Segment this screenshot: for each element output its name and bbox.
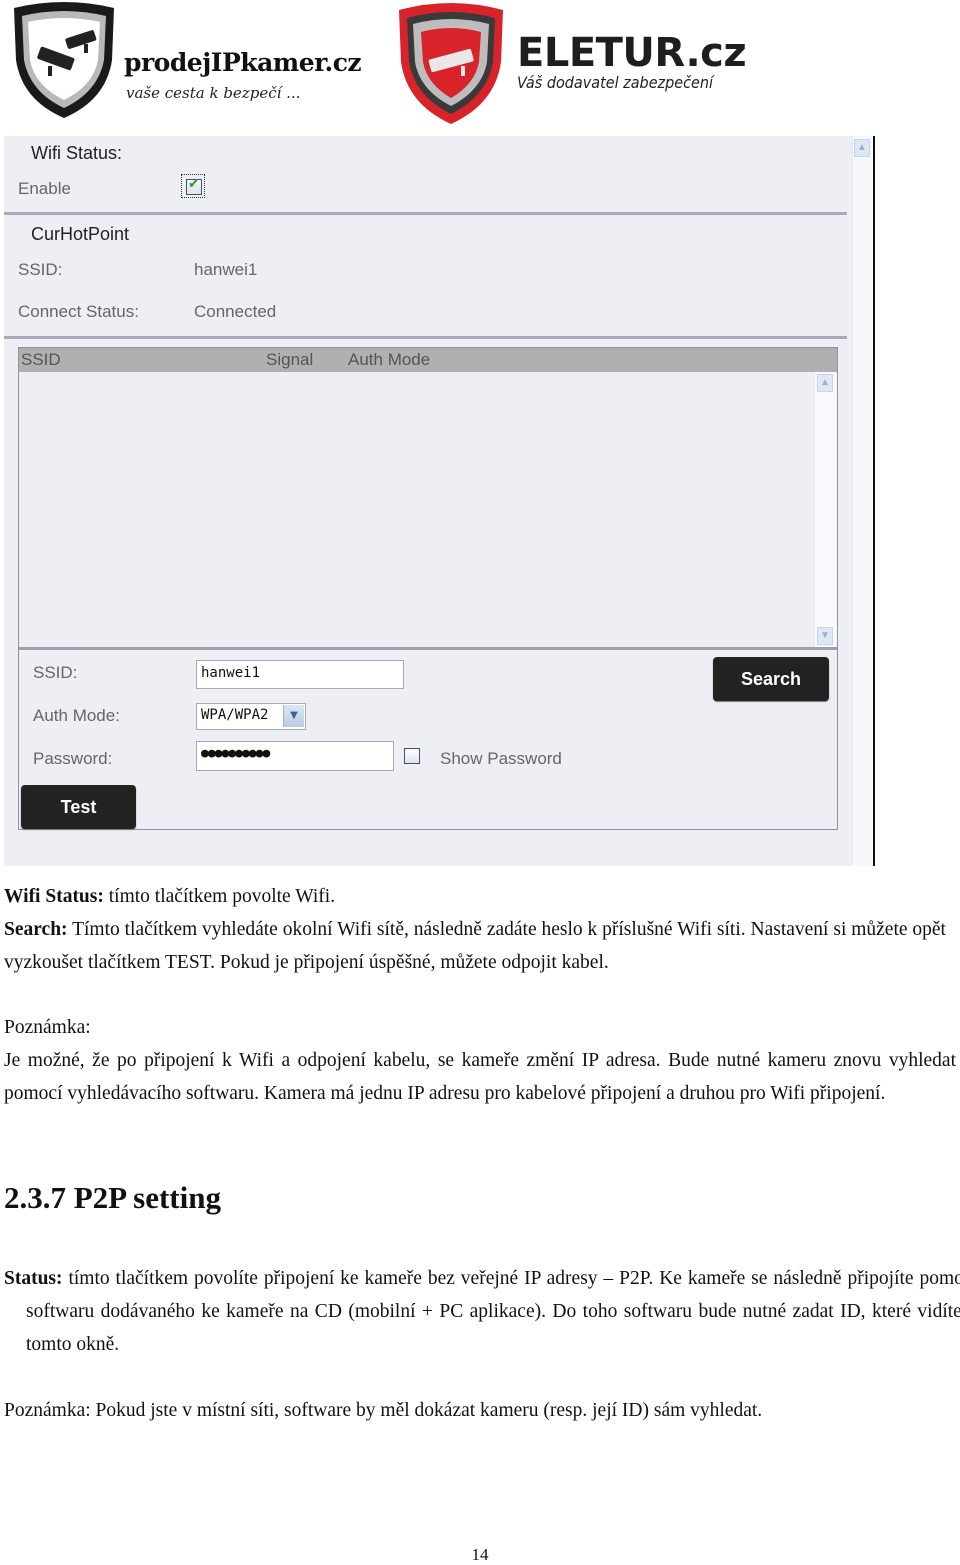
network-list[interactable]: ▲ ▼: [19, 372, 837, 650]
scroll-up-icon[interactable]: ▲: [854, 139, 870, 157]
wifi-status-paragraph: Wifi Status: tímto tlačítkem povolte Wif…: [4, 880, 956, 913]
ssid-input[interactable]: hanwei1: [196, 660, 404, 689]
eletur-logo: ELETUR.cz Váš dodavatel zabezpečení: [395, 0, 747, 126]
separator: [4, 336, 847, 339]
wifi-status-term: Wifi Status:: [4, 886, 104, 907]
cur-hot-point-title: CurHotPoint: [31, 224, 130, 244]
network-table-header: SSID Signal Auth Mode: [19, 348, 837, 372]
scroll-up-icon[interactable]: ▲: [817, 374, 833, 392]
page-scrollbar[interactable]: ▲: [852, 136, 873, 866]
page-number: 14: [471, 1545, 489, 1564]
auth-mode-value: WPA/WPA2: [201, 707, 269, 723]
search-paragraph: Search: Tímto tlačítkem vyhledáte okolní…: [4, 913, 956, 979]
search-term: Search:: [4, 919, 68, 940]
frame-border: [873, 136, 875, 866]
connect-status-value: Connected: [194, 302, 277, 321]
section-heading: 2.3.7 P2P setting: [4, 1180, 221, 1215]
password-input[interactable]: ●●●●●●●●●●: [196, 741, 394, 771]
wifi-settings-panel: Wifi Status: Enable ✔ CurHotPoint SSID: …: [4, 136, 852, 866]
shield-camera-icon: [399, 3, 503, 124]
brand-b-name: ELETUR.cz: [517, 30, 747, 76]
note1-text: Je možné, že po připojení k Wifi a odpoj…: [4, 1050, 956, 1104]
check-icon: ✔: [188, 176, 200, 192]
enable-checkbox[interactable]: ✔: [181, 174, 205, 198]
show-password-checkbox[interactable]: [404, 748, 420, 764]
cur-ssid-value: hanwei1: [194, 260, 258, 279]
test-button[interactable]: Test: [21, 785, 136, 829]
cur-ssid-label: SSID:: [18, 260, 63, 279]
column-header-auth-mode[interactable]: Auth Mode: [348, 350, 430, 370]
brand-b-tagline: Váš dodavatel zabezpečení: [517, 73, 714, 92]
scroll-down-icon[interactable]: ▼: [817, 627, 833, 645]
column-header-signal[interactable]: Signal: [266, 350, 313, 370]
status-term: Status:: [4, 1268, 63, 1289]
brand-a-tagline: vaše cesta k bezpečí ...: [126, 84, 301, 102]
ssid-label: SSID:: [33, 663, 78, 682]
show-password-label[interactable]: Show Password: [440, 749, 562, 769]
wifi-status-text: tímto tlačítkem povolte Wifi.: [103, 886, 336, 907]
network-list-box: SSID Signal Auth Mode ▲ ▼ SSID: hanwei1 …: [18, 347, 838, 830]
status-text: tímto tlačítkem povolíte připojení ke ka…: [26, 1268, 960, 1355]
connect-status-label: Connect Status:: [18, 302, 139, 321]
enable-label: Enable: [18, 179, 71, 198]
shield-camera-icon: [14, 2, 114, 118]
auth-mode-select[interactable]: WPA/WPA2 ▼: [196, 703, 306, 730]
password-label: Password:: [33, 749, 113, 768]
column-header-ssid[interactable]: SSID: [21, 350, 61, 370]
separator: [4, 212, 847, 215]
search-text: Tímto tlačítkem vyhledáte okolní Wifi sí…: [4, 919, 946, 973]
search-button[interactable]: Search: [713, 657, 829, 701]
wifi-status-title: Wifi Status:: [31, 143, 123, 163]
auth-mode-label: Auth Mode:: [33, 706, 120, 725]
note2-text: Poznámka: Pokud jste v místní síti, soft…: [4, 1400, 763, 1421]
status-paragraph: Status: tímto tlačítkem povolíte připoje…: [4, 1262, 960, 1361]
chevron-down-icon[interactable]: ▼: [283, 705, 304, 727]
list-scrollbar[interactable]: ▲ ▼: [814, 372, 837, 647]
note1-title: Poznámka:: [4, 1017, 91, 1038]
brand-a-name: prodejIPkamer.cz: [124, 48, 362, 77]
prodejipkamer-logo: prodejIPkamer.cz vaše cesta k bezpečí ..…: [8, 0, 388, 122]
